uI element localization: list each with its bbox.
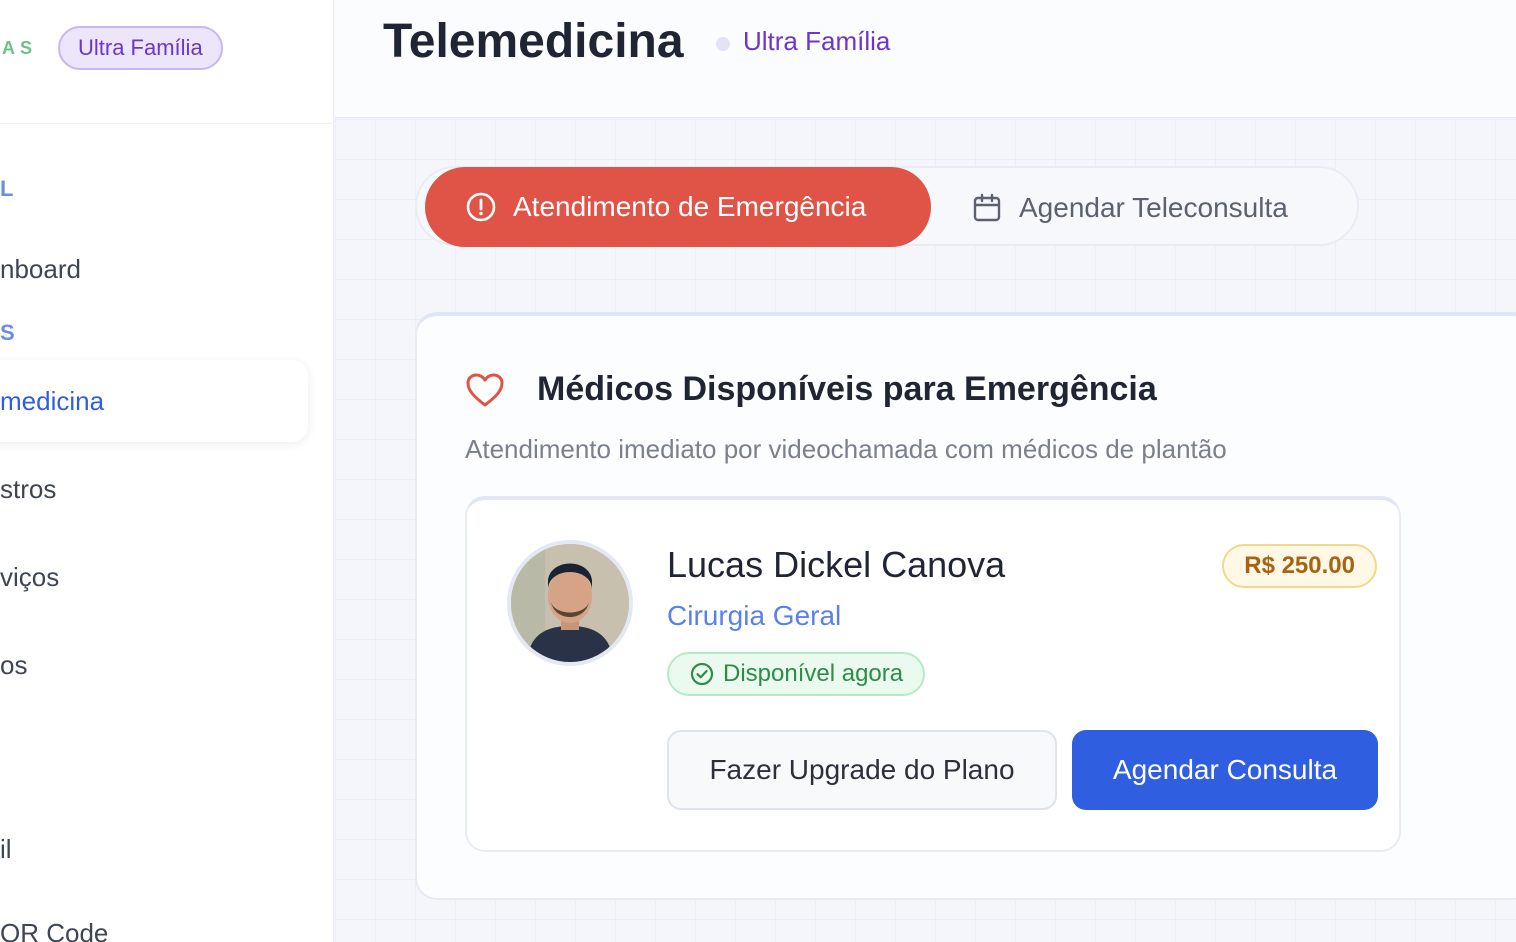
upgrade-plan-button[interactable]: Fazer Upgrade do Plano [667, 730, 1057, 810]
emergency-doctors-card: Médicos Disponíveis para Emergência Aten… [415, 312, 1516, 900]
sidebar-item-perfil[interactable]: il [0, 834, 12, 865]
sidebar: AS Ultra Família L nboard S medicina str… [0, 0, 334, 942]
sidebar-item-os[interactable]: os [0, 650, 27, 681]
calendar-icon [973, 193, 1001, 222]
alert-circle-icon [466, 192, 496, 222]
sidebar-item-label: medicina [0, 385, 105, 416]
page-title: Telemedicina [383, 15, 684, 68]
brand-row: AS Ultra Família [0, 0, 334, 124]
availability-label: Disponível agora [723, 660, 904, 687]
sidebar-section-label: S [0, 320, 15, 345]
sidebar-item-dashboard[interactable]: nboard [0, 254, 81, 285]
tab-emergency[interactable]: Atendimento de Emergência [425, 167, 931, 247]
section-subtitle: Atendimento imediato por videochamada co… [465, 434, 1227, 464]
doctor-name: Lucas Dickel Canova [667, 544, 1006, 585]
availability-badge: Disponível agora [667, 652, 926, 696]
sidebar-item-telemedicina[interactable]: medicina [0, 360, 308, 442]
heart-icon [466, 373, 504, 407]
section-title: Médicos Disponíveis para Emergência [537, 370, 1157, 408]
sidebar-item-qr-code[interactable]: QR Code [0, 918, 108, 942]
doctor-specialty: Cirurgia Geral [667, 600, 842, 631]
doctor-photo-icon [511, 544, 629, 662]
plan-badge: Ultra Família [58, 26, 223, 70]
sidebar-item-registros[interactable]: stros [0, 474, 56, 505]
sidebar-section-label: L [0, 176, 14, 201]
check-circle-icon [690, 662, 714, 686]
top-bar: Telemedicina Ultra Família [335, 0, 1516, 118]
book-consultation-button[interactable]: Agendar Consulta [1072, 730, 1378, 810]
sidebar-item-servicos[interactable]: viços [0, 562, 59, 593]
doctor-card: Lucas Dickel Canova Cirurgia Geral Dispo… [465, 496, 1401, 852]
tab-schedule-label: Agendar Teleconsulta [1019, 192, 1288, 223]
price-badge: R$ 250.00 [1222, 544, 1377, 588]
avatar [507, 540, 633, 666]
status-dot [716, 37, 730, 51]
tab-emergency-label: Atendimento de Emergência [513, 191, 867, 222]
tab-schedule[interactable]: Agendar Teleconsulta [971, 168, 1288, 248]
header-plan-label: Ultra Família [743, 26, 891, 56]
tab-bar: Atendimento de Emergência Agendar Teleco… [415, 166, 1359, 248]
brand-logo-text: AS [2, 38, 38, 58]
main-content: Atendimento de Emergência Agendar Teleco… [335, 119, 1516, 942]
